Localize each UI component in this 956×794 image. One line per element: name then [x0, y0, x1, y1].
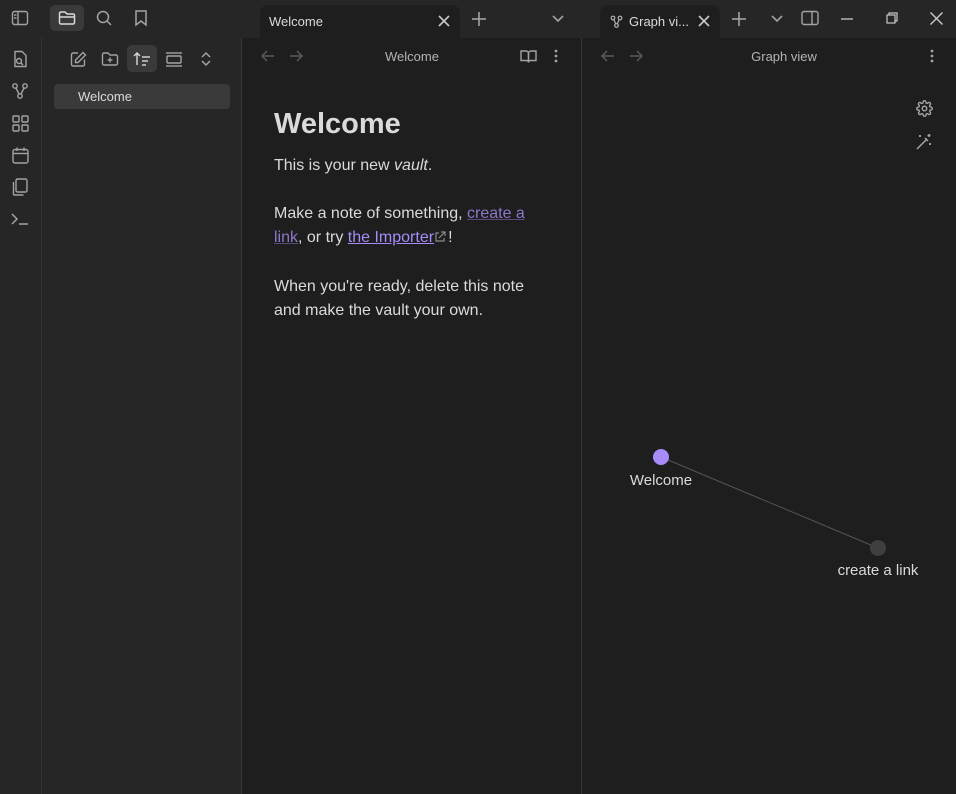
ribbon	[0, 38, 42, 794]
sort-icon[interactable]	[127, 45, 157, 72]
new-tab-icon[interactable]	[468, 8, 490, 30]
links-end: !	[448, 229, 453, 246]
calendar-icon[interactable]	[9, 144, 31, 166]
close-icon[interactable]	[696, 13, 712, 29]
file-item-welcome[interactable]: Welcome	[54, 84, 230, 109]
links-mid: , or try	[298, 229, 348, 246]
file-explorer: Welcome	[42, 38, 242, 794]
paragraph-links: Make a note of something, create a link,…	[274, 202, 554, 251]
tab-label: Graph vi...	[629, 14, 689, 29]
terminal-icon[interactable]	[9, 208, 31, 230]
new-folder-icon[interactable]	[99, 48, 121, 70]
search-icon[interactable]	[92, 6, 116, 30]
title-bar: Welcome Graph vi...	[0, 0, 956, 38]
external-link-icon	[434, 227, 448, 251]
restore-icon[interactable]	[881, 7, 903, 29]
collapse-icon[interactable]	[163, 48, 185, 70]
forward-arrow-icon[interactable]	[286, 46, 306, 66]
graph-node-welcome[interactable]	[653, 449, 669, 465]
tab-label: Welcome	[269, 14, 323, 29]
new-tab-icon[interactable]	[728, 8, 750, 30]
open-quick-switcher-icon[interactable]	[9, 48, 31, 70]
intro-end: .	[427, 157, 433, 174]
graph-edge	[660, 456, 879, 549]
note-content[interactable]: Welcome This is your new vault. Make a n…	[274, 104, 554, 347]
graph-pane: Graph view Welcome create a link	[582, 38, 956, 794]
reading-view-icon[interactable]	[518, 46, 538, 66]
intro-text: This is your new	[274, 157, 395, 174]
close-icon[interactable]	[436, 13, 452, 29]
more-options-icon[interactable]	[546, 46, 566, 66]
editor-pane: Welcome Welcome This is your new vault. …	[242, 38, 581, 794]
minimize-icon[interactable]	[836, 8, 858, 30]
paragraph-closing: When you're ready, delete this note and …	[274, 278, 525, 319]
graph-view-icon[interactable]	[9, 80, 31, 102]
canvas-icon[interactable]	[9, 112, 31, 134]
graph-node-create-a-link[interactable]	[870, 540, 886, 556]
graph-icon	[609, 14, 623, 28]
view-title: Welcome	[385, 49, 439, 64]
right-sidebar-toggle-icon[interactable]	[798, 6, 822, 30]
sidebar-toggle-icon[interactable]	[8, 6, 32, 30]
tab-welcome[interactable]: Welcome	[260, 5, 460, 38]
bookmark-icon[interactable]	[129, 6, 153, 30]
graph-canvas[interactable]	[582, 38, 956, 794]
note-heading: Welcome	[274, 108, 401, 140]
links-text: Make a note of something,	[274, 205, 467, 222]
new-note-icon[interactable]	[67, 48, 89, 70]
close-window-icon[interactable]	[925, 7, 947, 29]
obsidian-window: Welcome Graph vi... Welcome Welcome Welc…	[0, 0, 956, 794]
files-folder-icon[interactable]	[50, 5, 84, 31]
paragraph-intro: This is your new vault.	[274, 154, 554, 178]
vault-emphasis: vault	[394, 157, 428, 174]
chevron-down-icon[interactable]	[766, 8, 788, 30]
expand-collapse-icon[interactable]	[195, 48, 217, 70]
graph-node-label: Welcome	[629, 472, 693, 489]
back-arrow-icon[interactable]	[258, 46, 278, 66]
chevron-down-icon[interactable]	[547, 8, 569, 30]
tab-graph-view[interactable]: Graph vi...	[600, 5, 720, 38]
templates-icon[interactable]	[9, 176, 31, 198]
importer-link[interactable]: the Importer	[348, 229, 434, 246]
graph-node-label: create a link	[837, 562, 919, 579]
